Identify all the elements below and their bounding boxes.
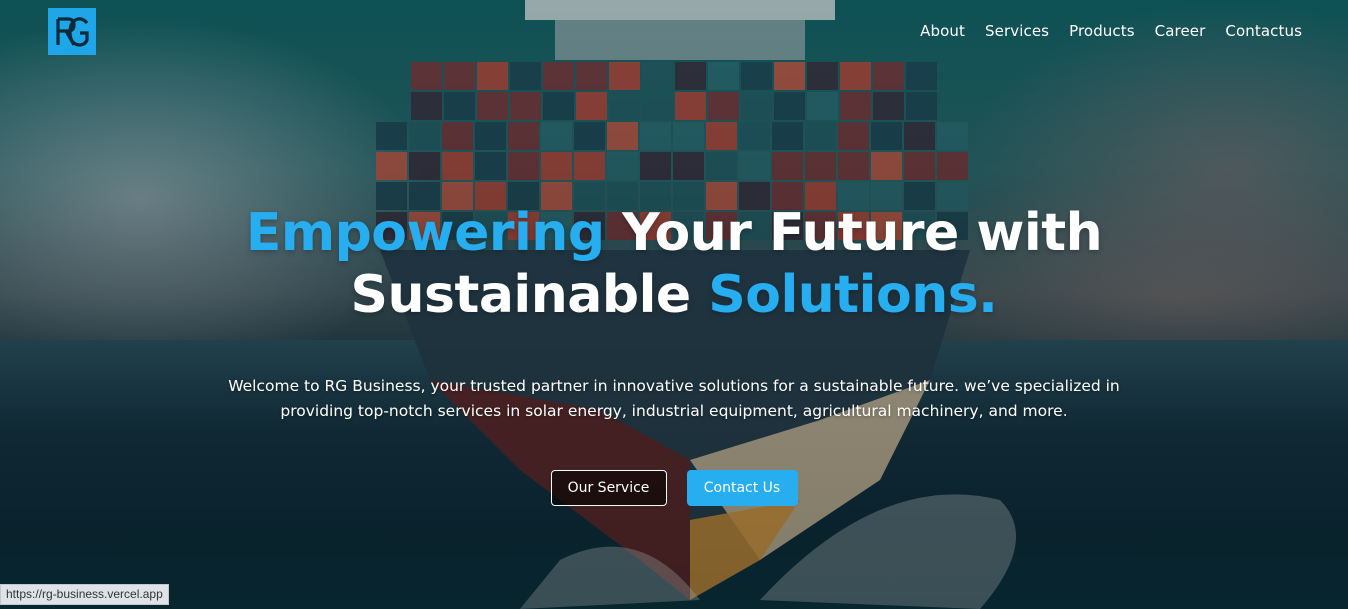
hero-headline: Empowering Your Future with Sustainable … — [0, 202, 1348, 326]
our-service-button[interactable]: Our Service — [550, 470, 667, 506]
nav-services[interactable]: Services — [985, 22, 1049, 40]
nav-about[interactable]: About — [920, 22, 965, 40]
main-nav: About Services Products Career Contactus — [920, 22, 1302, 40]
headline-accent-1: Empowering — [245, 203, 605, 263]
hero-subtitle: Welcome to RG Business, your trusted par… — [228, 377, 1120, 420]
contact-us-button[interactable]: Contact Us — [686, 470, 798, 506]
headline-text-2: Sustainable — [350, 265, 709, 325]
browser-status-url: https://rg-business.vercel.app — [0, 584, 169, 605]
logo-glyph — [56, 16, 89, 47]
nav-contactus[interactable]: Contactus — [1225, 22, 1302, 40]
headline-text-1: Your Future with — [604, 203, 1103, 263]
nav-products[interactable]: Products — [1069, 22, 1135, 40]
nav-career[interactable]: Career — [1155, 22, 1206, 40]
rg-logo-icon[interactable] — [48, 8, 96, 55]
hero-section: About Services Products Career Contactus… — [0, 0, 1348, 609]
hero-buttons: Our Service Contact Us — [0, 470, 1348, 506]
headline-accent-2: Solutions. — [708, 265, 998, 325]
